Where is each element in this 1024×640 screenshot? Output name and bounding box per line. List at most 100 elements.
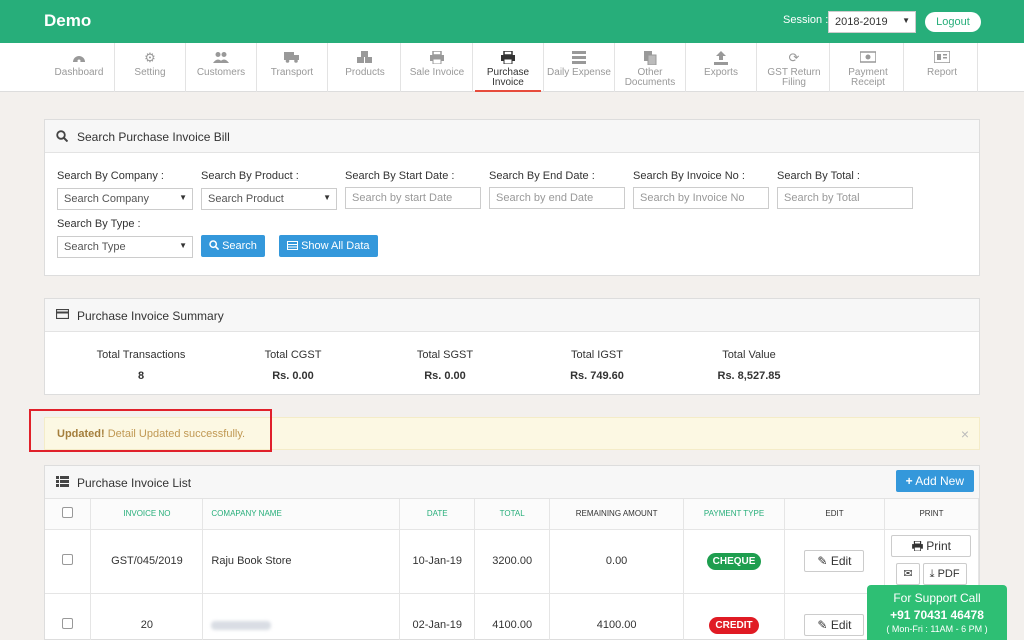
users-icon xyxy=(213,51,229,64)
search-panel-header: Search Purchase Invoice Bill xyxy=(45,120,979,153)
chevron-down-icon: ▼ xyxy=(179,193,187,202)
cell-date: 02-Jan-19 xyxy=(399,593,476,640)
nav-label: Exports xyxy=(704,67,738,78)
close-icon[interactable]: × xyxy=(961,426,969,442)
pdf-button[interactable]: ⤓ PDF xyxy=(922,562,967,585)
nav-item-transport[interactable]: Transport xyxy=(257,43,328,92)
row-select-cell xyxy=(45,529,92,594)
col-date[interactable]: DATE xyxy=(399,499,476,530)
summary-panel: Purchase Invoice Summary Total Transacti… xyxy=(44,298,980,395)
row-checkbox[interactable] xyxy=(62,618,74,629)
brand-logo[interactable]: Demo xyxy=(44,11,91,31)
nav-item-setting[interactable]: ⚙ Setting xyxy=(115,43,186,92)
col-payment-type[interactable]: PAYMENT TYPE xyxy=(683,499,785,530)
type-select[interactable]: Search Type ▼ xyxy=(57,236,193,258)
total-transactions-label: Total Transactions xyxy=(96,349,186,361)
nav-label: Sale Invoice xyxy=(409,67,465,78)
cell-company-name: Raju Book Store xyxy=(202,529,401,594)
nav-item-gst-return-filing[interactable]: ⟳ GST Return Filing xyxy=(759,43,830,92)
download-icon: ⤓ xyxy=(929,567,935,580)
nav-label: GST Return Filing xyxy=(767,67,821,88)
cubes-icon xyxy=(357,51,373,64)
company-select-value: Search Company xyxy=(64,193,149,205)
nav-item-purchase-invoice[interactable]: Purchase Invoice xyxy=(473,43,544,92)
end-date-label: Search By End Date : xyxy=(489,170,595,182)
col-invoice-no[interactable]: INVOICE NO xyxy=(90,499,204,530)
show-all-data-button[interactable]: Show All Data xyxy=(279,235,378,257)
total-igst-label: Total IGST xyxy=(571,349,623,361)
cell-invoice-no: 20 xyxy=(90,593,204,640)
session-value: 2018-2019 xyxy=(835,16,888,28)
select-all-checkbox[interactable] xyxy=(62,507,74,519)
chevron-down-icon: ▼ xyxy=(179,241,187,250)
panel-title: Purchase Invoice Summary xyxy=(77,309,224,323)
email-button[interactable]: ✉ xyxy=(896,562,920,585)
logout-button[interactable]: Logout xyxy=(925,12,981,32)
invoice-no-input[interactable]: Search by Invoice No xyxy=(633,187,769,209)
invoice-table: INVOICE NO COMAPANY NAME DATE TOTAL REMA… xyxy=(45,499,980,640)
nav-label: Daily Expense xyxy=(547,67,611,78)
search-button[interactable]: Search xyxy=(201,235,265,257)
printer-icon xyxy=(500,50,516,65)
add-new-button[interactable]: + Add New xyxy=(895,470,974,492)
print-button[interactable]: Print xyxy=(891,534,972,557)
total-transactions-value: 8 xyxy=(137,370,145,382)
total-sgst-value: Rs. 0.00 xyxy=(424,370,466,382)
nav-item-exports[interactable]: Exports xyxy=(686,43,757,92)
support-title: For Support Call xyxy=(893,591,981,605)
printer-icon xyxy=(429,50,445,65)
top-bar: Demo Session : 2018-2019 ▼ Logout xyxy=(0,0,1024,43)
col-company-name[interactable]: COMAPANY NAME xyxy=(202,499,401,530)
nav-item-dashboard[interactable]: Dashboard xyxy=(44,43,115,92)
nav-item-products[interactable]: Products xyxy=(330,43,401,92)
edit-label: Edit xyxy=(830,618,852,632)
edit-button[interactable]: ✎ Edit xyxy=(804,614,865,636)
col-total[interactable]: TOTAL xyxy=(474,499,551,530)
total-sgst-label: Total SGST xyxy=(416,349,474,361)
highlight-annotation xyxy=(29,409,272,452)
search-panel: Search Purchase Invoice Bill Search By C… xyxy=(44,119,980,276)
envelope-icon: ✉ xyxy=(903,567,913,580)
support-widget[interactable]: For Support Call +91 70431 46478 ( Mon-F… xyxy=(867,585,1007,640)
chevron-down-icon: ▼ xyxy=(323,193,331,202)
chevron-down-icon: ▼ xyxy=(902,16,910,25)
total-input[interactable]: Search by Total xyxy=(777,187,913,209)
refresh-icon: ⟳ xyxy=(788,50,800,65)
type-label: Search By Type : xyxy=(57,218,141,230)
select-all-cell xyxy=(45,499,92,530)
total-cgst-label: Total CGST xyxy=(264,349,322,361)
start-date-input[interactable]: Search by start Date xyxy=(345,187,481,209)
session-label: Session : xyxy=(783,14,829,26)
company-select[interactable]: Search Company ▼ xyxy=(57,188,193,210)
support-hours: ( Mon-Fri : 11AM - 6 PM ) xyxy=(886,624,988,634)
list-icon xyxy=(571,51,587,64)
nav-label: Purchase Invoice xyxy=(486,67,530,88)
nav-item-other-documents[interactable]: Other Documents xyxy=(615,43,686,92)
list-panel-header: Purchase Invoice List + Add New xyxy=(45,466,979,499)
payment-type-badge: CHEQUE xyxy=(706,552,762,570)
card-icon xyxy=(55,308,70,322)
nav-item-sale-invoice[interactable]: Sale Invoice xyxy=(402,43,473,92)
col-remaining-amount[interactable]: REMAINING AMOUNT xyxy=(549,499,685,530)
cell-remaining: 4100.00 xyxy=(549,593,685,640)
nav-item-customers[interactable]: Customers xyxy=(186,43,257,92)
nav-label: Report xyxy=(926,67,957,78)
nav-item-daily-expense[interactable]: Daily Expense xyxy=(544,43,615,92)
invoice-list-panel: Purchase Invoice List + Add New INVOICE … xyxy=(44,465,980,640)
edit-label: Edit xyxy=(830,554,852,568)
end-date-input[interactable]: Search by end Date xyxy=(489,187,625,209)
row-checkbox[interactable] xyxy=(62,554,74,565)
col-print: PRINT xyxy=(884,499,980,530)
cell-total: 4100.00 xyxy=(474,593,551,640)
nav-item-report[interactable]: Report xyxy=(907,43,978,92)
product-select[interactable]: Search Product ▼ xyxy=(201,188,337,210)
total-cgst-value: Rs. 0.00 xyxy=(272,370,314,382)
session-select[interactable]: 2018-2019 ▼ xyxy=(828,11,916,33)
invoice-no-label: Search By Invoice No : xyxy=(633,170,745,182)
cell-edit: ✎ Edit xyxy=(784,529,885,594)
edit-button[interactable]: ✎ Edit xyxy=(804,550,865,572)
cell-print: Print ✉ ⤓ PDF xyxy=(884,529,980,594)
nav-item-payment-receipt[interactable]: Payment Receipt xyxy=(833,43,904,92)
cell-date: 10-Jan-19 xyxy=(399,529,476,594)
payment-type-badge: CREDIT xyxy=(709,616,759,634)
